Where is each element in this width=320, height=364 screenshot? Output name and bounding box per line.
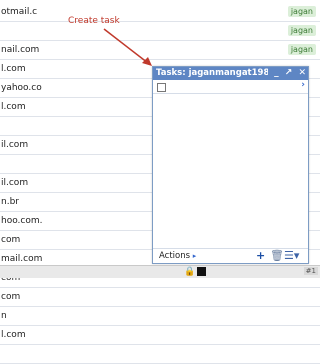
popout-icon[interactable]: ↗ [285,68,293,78]
email-sender: hoo.com. [1,216,43,226]
email-label-badge[interactable]: jagan [287,44,316,55]
email-sender: il.com [1,178,29,188]
email-row[interactable]: jagan [0,22,320,41]
create-task-annotation: Create task [68,16,120,26]
actions-menu[interactable]: Actions ▸ [159,251,196,261]
new-task-input[interactable] [169,81,289,91]
email-sender: n.br [1,197,19,207]
tasks-title: Tasks: jaganmangat1989'... [156,68,268,78]
email-row[interactable] [0,345,320,364]
close-icon[interactable]: ✕ [298,68,306,78]
email-sender: il.com [1,140,29,150]
task-row: › [153,80,308,94]
email-sender: otmail.c [1,7,38,17]
email-sender: l.com [1,64,26,74]
switch-list-icon[interactable]: ☰▾ [284,249,299,262]
email-sender: mail.com [1,254,43,264]
email-row[interactable]: nail.com jagan [0,41,320,60]
status-bar: 🔒 #1 [0,265,320,278]
email-label-badge[interactable]: jagan [287,6,316,17]
status-count: #1 [303,267,318,275]
email-sender: com [1,235,21,245]
tasks-header: Tasks: jaganmangat1989'... _ ↗ ✕ [153,67,308,80]
email-sender: l.com [1,102,26,112]
tasks-panel: Tasks: jaganmangat1989'... _ ↗ ✕ › Actio… [152,66,309,264]
page-code-icon [197,267,206,276]
email-row[interactable]: com [0,288,320,307]
caret-icon: ▸ [192,252,197,260]
email-sender: com [1,292,21,302]
lock-icon: 🔒 [184,267,196,277]
email-sender: n [1,311,7,321]
email-sender: nail.com [1,45,40,55]
email-sender: yahoo.co [1,83,42,93]
actions-label: Actions [159,251,191,261]
task-details-chevron-icon[interactable]: › [301,80,305,90]
email-label-badge[interactable]: jagan [287,25,316,36]
task-checkbox[interactable] [157,83,166,92]
email-sender: l.com [1,330,26,340]
email-row[interactable]: l.com [0,326,320,345]
email-row[interactable]: otmail.c jagan [0,3,320,22]
minimize-icon[interactable]: _ [274,68,279,78]
email-row[interactable]: n [0,307,320,326]
add-task-button[interactable]: + [256,249,265,262]
tasks-footer: Actions ▸ + 🗑 ☰▾ [153,248,308,263]
trash-icon[interactable]: 🗑 [270,249,284,262]
